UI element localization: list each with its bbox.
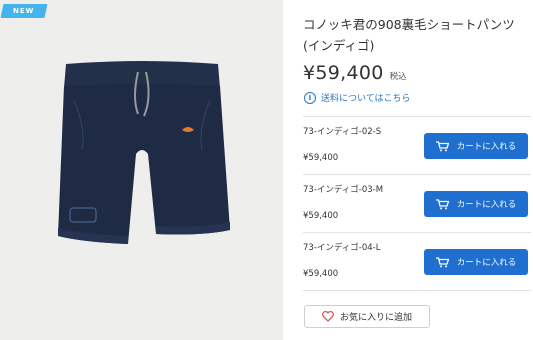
add-to-cart-button[interactable]: カートに入れる bbox=[424, 249, 528, 275]
variant-price: ¥59,400 bbox=[303, 269, 339, 279]
add-to-cart-button[interactable]: カートに入れる bbox=[424, 133, 528, 159]
new-badge: NEW bbox=[0, 4, 48, 18]
cart-icon bbox=[435, 256, 449, 267]
add-to-cart-button[interactable]: カートに入れる bbox=[424, 191, 528, 217]
cart-icon bbox=[435, 198, 449, 209]
new-badge-label: NEW bbox=[13, 7, 35, 15]
variant-row: 73-インディゴ-04-L ¥59,400 カートに入れる bbox=[303, 232, 531, 291]
add-to-cart-label: カートに入れる bbox=[456, 200, 517, 210]
add-to-favorites-button[interactable]: お気に入りに追加 bbox=[304, 305, 430, 328]
variant-price: ¥59,400 bbox=[303, 153, 339, 163]
shipping-info-link[interactable]: i 送料についてはこちら bbox=[304, 91, 411, 104]
variant-sku: 73-インディゴ-04-L bbox=[303, 243, 381, 253]
cart-icon bbox=[435, 140, 449, 151]
variant-list: 73-インディゴ-02-S ¥59,400 カートに入れる 73-インディゴ-0… bbox=[303, 116, 531, 291]
variant-sku: 73-インディゴ-02-S bbox=[303, 127, 382, 137]
variant-price: ¥59,400 bbox=[303, 211, 339, 221]
add-to-cart-label: カートに入れる bbox=[456, 142, 517, 152]
product-image[interactable]: NEW bbox=[0, 0, 283, 340]
product-title: コノッキ君の908裏毛ショートパンツ(インディゴ) bbox=[303, 17, 515, 53]
variant-row: 73-インディゴ-02-S ¥59,400 カートに入れる bbox=[303, 116, 531, 174]
variant-row: 73-インディゴ-03-M ¥59,400 カートに入れる bbox=[303, 174, 531, 232]
shipping-link-label: 送料についてはこちら bbox=[321, 94, 411, 104]
info-icon: i bbox=[304, 91, 316, 104]
product-price: ¥59,400 bbox=[303, 62, 384, 84]
variant-sku: 73-インディゴ-03-M bbox=[303, 185, 384, 195]
heart-icon bbox=[322, 311, 334, 322]
add-to-cart-label: カートに入れる bbox=[456, 258, 517, 268]
shorts-photo bbox=[58, 61, 230, 244]
favorites-label: お気に入りに追加 bbox=[339, 313, 412, 323]
tax-label: 税込 bbox=[389, 72, 407, 82]
price-row: ¥59,400 税込 bbox=[303, 62, 407, 84]
